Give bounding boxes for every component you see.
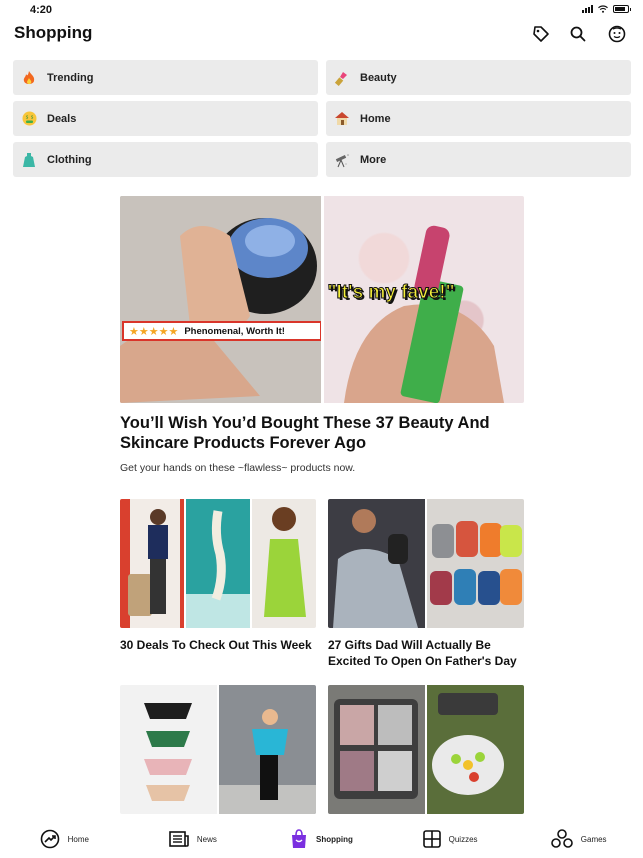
article-title: 30 Deals To Check Out This Week [120, 638, 312, 652]
category-label: Home [360, 112, 391, 125]
wifi-icon [598, 5, 608, 13]
games-circles-icon [550, 829, 573, 848]
featured-article[interactable]: ★★★★★ Phenomenal, Worth It! "It's my fav… [120, 196, 524, 474]
article-image [328, 499, 524, 628]
fire-icon [21, 70, 37, 86]
battery-icon [613, 5, 631, 13]
telescope-icon [334, 152, 350, 168]
bottom-tab-bar: Home News Shopping Quizzes Games [0, 820, 643, 858]
article-image [328, 685, 524, 814]
status-time: 4:20 [30, 4, 53, 16]
category-label: Deals [47, 112, 77, 125]
tab-label: News [196, 834, 217, 844]
star-rating: ★★★★★ [129, 325, 179, 338]
tab-label: Home [67, 834, 89, 844]
lipstick-icon [334, 70, 350, 86]
quiz-grid-icon [422, 830, 441, 848]
tab-home[interactable]: Home [0, 820, 129, 858]
rating-overlay: ★★★★★ Phenomenal, Worth It! [122, 321, 321, 341]
article-card[interactable]: 30 Deals To Check Out This Week [120, 499, 316, 653]
svg-text:$: $ [25, 115, 28, 121]
tab-quizzes[interactable]: Quizzes [386, 820, 515, 858]
featured-subtitle: Get your hands on these ~flawless~ produ… [120, 462, 356, 474]
tab-games[interactable]: Games [514, 820, 643, 858]
tag-icon[interactable] [530, 23, 552, 45]
category-label: Trending [47, 71, 94, 84]
status-bar: 4:20 [0, 0, 643, 20]
category-beauty[interactable]: Beauty [326, 60, 631, 95]
page-title: Shopping [14, 23, 93, 42]
trending-circle-icon [40, 829, 59, 849]
tab-shopping[interactable]: Shopping [257, 820, 386, 858]
article-image [120, 499, 316, 628]
category-home[interactable]: Home [326, 101, 631, 136]
article-title: 27 Gifts Dad Will Actually Be Excited To… [328, 638, 517, 668]
featured-title: You’ll Wish You’d Bought These 37 Beauty… [120, 414, 490, 452]
featured-image-left: ★★★★★ Phenomenal, Worth It! [120, 196, 321, 403]
category-label: Beauty [360, 71, 397, 84]
dress-icon [21, 152, 37, 168]
tab-label: Shopping [316, 834, 353, 844]
category-label: More [360, 153, 387, 166]
featured-image: ★★★★★ Phenomenal, Worth It! "It's my fav… [120, 196, 524, 403]
rating-overlay-text: Phenomenal, Worth It! [184, 325, 285, 337]
svg-text:$: $ [30, 115, 33, 121]
tab-news[interactable]: News [129, 820, 258, 858]
article-card[interactable] [120, 685, 316, 823]
profile-face-icon[interactable] [606, 23, 628, 45]
category-grid: Trending Beauty $ $ Deals Home Clothing M… [13, 60, 631, 177]
article-card[interactable]: 27 Gifts Dad Will Actually Be Excited To… [328, 499, 524, 669]
article-image [120, 685, 316, 814]
header: Shopping [0, 20, 643, 56]
money-mouth-face-icon: $ $ [21, 111, 37, 127]
article-card[interactable] [328, 685, 524, 823]
tab-label: Games [580, 834, 607, 844]
search-icon[interactable] [567, 23, 589, 45]
tab-label: Quizzes [448, 834, 478, 844]
category-clothing[interactable]: Clothing [13, 142, 318, 177]
cellular-signal-icon [582, 5, 593, 13]
shopping-bag-icon [292, 829, 307, 848]
category-more[interactable]: More [326, 142, 631, 177]
category-deals[interactable]: $ $ Deals [13, 101, 318, 136]
status-icons [582, 5, 631, 13]
category-label: Clothing [47, 153, 92, 166]
category-trending[interactable]: Trending [13, 60, 318, 95]
house-icon [334, 111, 350, 127]
featured-image-right: "It's my fave!" [323, 196, 524, 403]
newspaper-icon [169, 831, 189, 847]
quote-overlay: "It's my fave!" [327, 282, 455, 304]
